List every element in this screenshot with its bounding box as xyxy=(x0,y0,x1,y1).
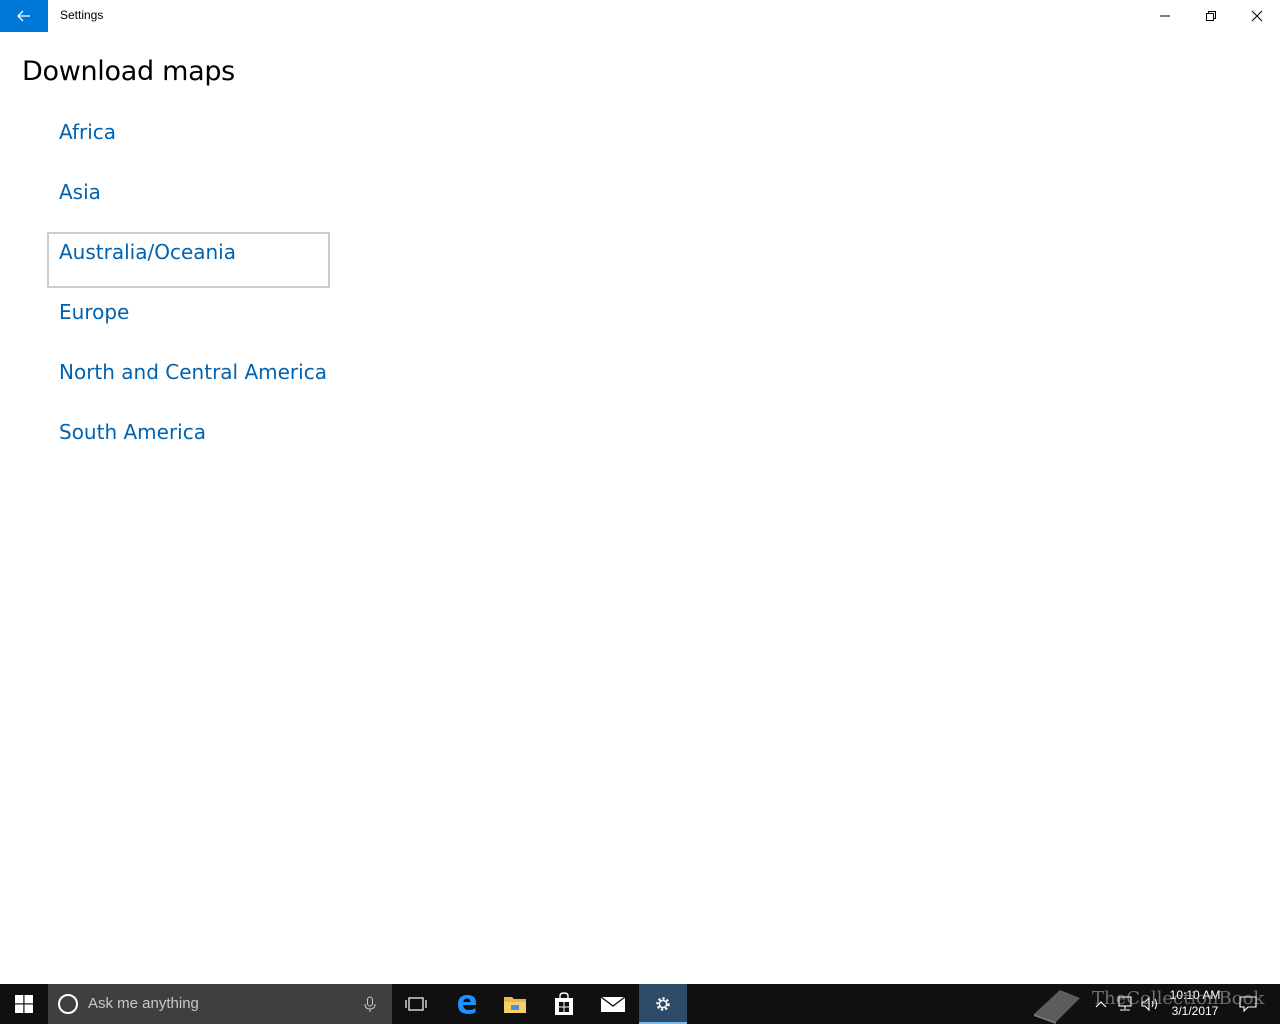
close-button[interactable] xyxy=(1234,0,1280,32)
start-button[interactable] xyxy=(0,984,48,1024)
chevron-up-icon xyxy=(1095,1001,1107,1008)
network-tray-button[interactable] xyxy=(1114,984,1136,1024)
task-view-icon xyxy=(405,997,427,1011)
cortana-search-box[interactable]: Ask me anything xyxy=(48,984,392,1024)
settings-taskbar-button[interactable] xyxy=(639,984,687,1024)
region-link-australia-oceania[interactable]: Australia/Oceania xyxy=(47,232,330,288)
region-list: Africa Asia Australia/Oceania Europe Nor… xyxy=(47,112,330,472)
network-icon xyxy=(1118,996,1132,1011)
show-hidden-icons-button[interactable] xyxy=(1090,984,1112,1024)
edge-icon xyxy=(458,995,476,1014)
restore-button[interactable] xyxy=(1188,0,1234,32)
clock-time: 10:10 AM xyxy=(1169,988,1221,1002)
page-title: Download maps xyxy=(22,56,235,87)
close-icon xyxy=(1251,10,1263,22)
region-link-africa[interactable]: Africa xyxy=(47,112,330,168)
taskbar: Ask me anything 10:10 AM 3/1/2017 xyxy=(0,984,1280,1024)
store-bag-icon xyxy=(555,992,573,1015)
window-title: Settings xyxy=(60,8,104,22)
file-explorer-button[interactable] xyxy=(491,984,539,1024)
store-button[interactable] xyxy=(540,984,588,1024)
system-clock[interactable]: 10:10 AM 3/1/2017 xyxy=(1160,987,1230,1019)
gear-icon xyxy=(656,997,670,1011)
volume-tray-button[interactable] xyxy=(1138,984,1162,1024)
volume-icon xyxy=(1141,996,1158,1012)
notification-icon xyxy=(1239,996,1257,1012)
task-view-button[interactable] xyxy=(392,984,440,1024)
cortana-icon xyxy=(58,994,78,1014)
restore-icon xyxy=(1206,11,1216,21)
folder-icon xyxy=(504,997,526,1013)
region-link-north-central-america[interactable]: North and Central America xyxy=(47,352,330,408)
clock-date: 3/1/2017 xyxy=(1171,1004,1219,1018)
mail-button[interactable] xyxy=(589,984,637,1024)
title-bar: Settings xyxy=(0,0,1280,32)
microphone-icon[interactable] xyxy=(360,994,380,1014)
region-link-europe[interactable]: Europe xyxy=(47,292,330,348)
windows-logo-icon xyxy=(15,995,33,1013)
back-arrow-icon xyxy=(17,10,30,22)
minimize-button[interactable] xyxy=(1142,0,1188,32)
search-placeholder: Ask me anything xyxy=(88,995,199,1012)
edge-button[interactable] xyxy=(443,984,491,1024)
action-center-button[interactable] xyxy=(1234,984,1262,1024)
minimize-icon xyxy=(1160,15,1170,17)
region-link-asia[interactable]: Asia xyxy=(47,172,330,228)
mail-icon xyxy=(600,996,626,1012)
back-button[interactable] xyxy=(0,0,48,32)
region-link-south-america[interactable]: South America xyxy=(47,412,330,468)
